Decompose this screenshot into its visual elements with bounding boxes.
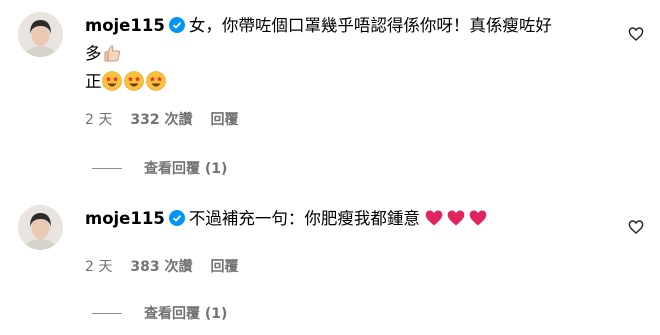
red-heart-emoji [446,208,466,228]
username[interactable]: moje115 [85,16,165,35]
avatar[interactable] [18,205,63,250]
comment-body: moje115 女，你帶咗個口罩幾乎唔認得係你呀！真係瘦咗好 多 正 [85,12,605,96]
reply-button[interactable]: 回覆 [210,109,238,129]
like-count[interactable]: 383 次讚 [130,256,192,276]
reply-button[interactable]: 回覆 [210,256,238,276]
star-struck-emoji [101,71,122,91]
divider [92,312,122,314]
view-replies-button[interactable]: 查看回覆 (1) [92,303,227,323]
comment-meta: 2 天 383 次讚 回覆 [85,256,238,276]
red-heart-emoji [424,208,444,228]
username[interactable]: moje115 [85,209,165,228]
comment-text-line3: 正 [85,72,102,91]
timestamp[interactable]: 2 天 [85,256,112,276]
comment-text-line1: 女，你帶咗個口罩幾乎唔認得係你呀！真係瘦咗好 [188,16,552,35]
view-replies-label[interactable]: 查看回覆 (1) [144,303,227,323]
comment-body: moje115 不過補充一句：你肥瘦我都鍾意 [85,205,605,233]
thumbs-up-emoji [102,43,122,63]
heart-outline-icon[interactable] [628,219,648,239]
comment-meta: 2 天 332 次讚 回覆 [85,109,238,129]
verified-badge-icon [168,207,185,226]
verified-badge-icon [168,14,185,33]
view-replies-label[interactable]: 查看回覆 (1) [144,158,227,178]
heart-outline-icon[interactable] [628,26,648,46]
red-heart-emoji [468,208,488,228]
comment-text-line2: 多 [85,44,102,63]
like-count[interactable]: 332 次讚 [130,109,192,129]
avatar[interactable] [18,12,63,57]
timestamp[interactable]: 2 天 [85,109,112,129]
view-replies-button[interactable]: 查看回覆 (1) [92,158,227,178]
star-struck-emoji [123,71,144,91]
comment-text: 不過補充一句：你肥瘦我都鍾意 [188,209,420,228]
divider [92,167,122,169]
star-struck-emoji [145,71,166,91]
